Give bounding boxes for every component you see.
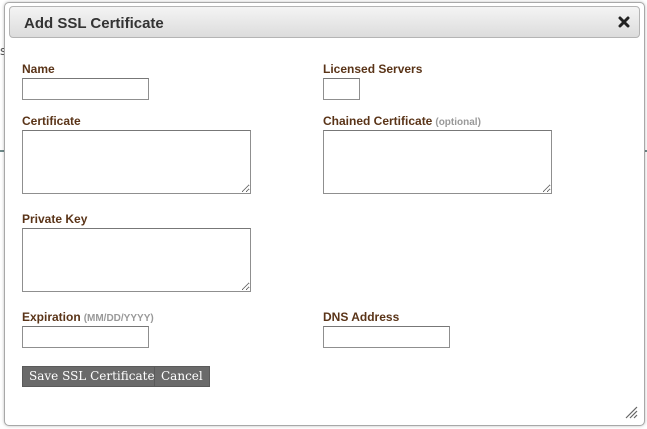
licensed-servers-label: Licensed Servers bbox=[323, 62, 423, 76]
expiration-label-text: Expiration bbox=[22, 310, 81, 324]
save-ssl-certificate-button[interactable]: Save SSL Certificate bbox=[22, 366, 162, 387]
resize-grip-icon[interactable] bbox=[624, 405, 638, 419]
name-label: Name bbox=[22, 62, 55, 76]
expiration-label: Expiration (MM/DD/YYYY) bbox=[22, 310, 154, 324]
licensed-servers-input[interactable] bbox=[323, 78, 360, 100]
private-key-textarea[interactable] bbox=[22, 228, 251, 292]
name-input[interactable] bbox=[22, 78, 149, 100]
chained-certificate-hint: (optional) bbox=[435, 117, 481, 128]
chained-certificate-textarea[interactable] bbox=[323, 130, 552, 194]
chained-certificate-label: Chained Certificate (optional) bbox=[323, 114, 481, 128]
close-icon bbox=[618, 16, 630, 28]
cancel-button[interactable]: Cancel bbox=[154, 366, 210, 387]
private-key-label: Private Key bbox=[22, 212, 88, 226]
certificate-textarea[interactable] bbox=[22, 130, 251, 194]
certificate-label: Certificate bbox=[22, 114, 81, 128]
dialog-title: Add SSL Certificate bbox=[24, 15, 164, 32]
expiration-input[interactable] bbox=[22, 326, 149, 348]
dialog-titlebar[interactable]: Add SSL Certificate bbox=[9, 6, 640, 38]
expiration-hint: (MM/DD/YYYY) bbox=[83, 313, 154, 324]
dns-address-input[interactable] bbox=[323, 326, 450, 348]
chained-certificate-label-text: Chained Certificate bbox=[323, 114, 433, 128]
close-button[interactable] bbox=[615, 13, 633, 31]
add-ssl-certificate-dialog: Add SSL Certificate Name Licensed Server… bbox=[4, 2, 645, 426]
dns-address-label: DNS Address bbox=[323, 310, 400, 324]
